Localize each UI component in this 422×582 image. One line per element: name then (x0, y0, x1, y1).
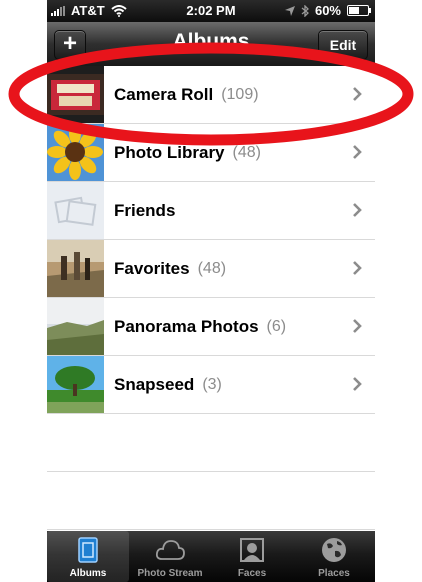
chevron-right-icon (353, 319, 362, 333)
chevron-right-icon (353, 377, 362, 391)
globe-icon (322, 538, 346, 562)
photo-library-thumbnail (47, 124, 104, 181)
edit-button[interactable]: Edit (318, 30, 368, 60)
album-name: Camera Roll (114, 84, 214, 104)
album-count: (3) (202, 375, 222, 393)
albums-icon (78, 537, 98, 563)
cloud-icon (155, 540, 185, 560)
tab-label: Albums (69, 568, 107, 579)
panorama-photos-thumbnail (47, 298, 104, 355)
battery-percent: 60% (314, 3, 341, 18)
status-bar: AT&T 2:02 PM 60% (47, 0, 375, 22)
tab-bar: Albums Photo Stream Faces Places (47, 531, 375, 582)
tab-faces[interactable]: Faces (211, 531, 293, 582)
album-name: Snapseed (114, 374, 195, 394)
iphone-screen: AT&T 2:02 PM 60% + Albums Edit Camera Ro… (47, 0, 375, 582)
tab-places[interactable]: Places (293, 531, 375, 582)
album-name: Favorites (114, 258, 190, 278)
album-list: Camera Roll (109) Photo Library (48) Fri… (47, 66, 375, 530)
friends-thumbnail (47, 182, 104, 239)
album-name: Panorama Photos (114, 316, 259, 336)
album-row-friends[interactable]: Friends (47, 182, 375, 240)
tab-label: Photo Stream (137, 568, 203, 579)
album-name: Friends (114, 200, 176, 220)
location-arrow-icon (284, 5, 295, 16)
album-row-panorama-photos[interactable]: Panorama Photos (6) (47, 298, 375, 356)
tab-label: Faces (237, 568, 267, 579)
tab-label: Places (318, 568, 350, 579)
album-row-camera-roll[interactable]: Camera Roll (109) (47, 66, 375, 124)
favorites-thumbnail (47, 240, 104, 297)
bluetooth-icon (301, 4, 309, 17)
snapseed-thumbnail (47, 356, 104, 413)
empty-list-row (47, 414, 375, 472)
tab-photo-stream[interactable]: Photo Stream (129, 531, 211, 582)
album-count: (6) (266, 317, 287, 335)
tab-albums[interactable]: Albums (47, 531, 129, 582)
camera-roll-thumbnail (47, 66, 104, 123)
battery-icon (347, 5, 371, 16)
album-row-snapseed[interactable]: Snapseed (3) (47, 356, 375, 414)
chevron-right-icon (353, 261, 362, 275)
album-count: (48) (232, 143, 261, 161)
navigation-bar: + Albums Edit (47, 22, 375, 67)
album-row-photo-library[interactable]: Photo Library (48) (47, 124, 375, 182)
chevron-right-icon (353, 145, 362, 159)
chevron-right-icon (353, 203, 362, 217)
album-name: Photo Library (114, 142, 225, 162)
empty-list-row (47, 472, 375, 530)
album-count: (109) (221, 85, 259, 103)
album-count: (48) (197, 259, 227, 277)
album-row-favorites[interactable]: Favorites (48) (47, 240, 375, 298)
faces-icon (240, 538, 264, 562)
chevron-right-icon (353, 87, 362, 101)
